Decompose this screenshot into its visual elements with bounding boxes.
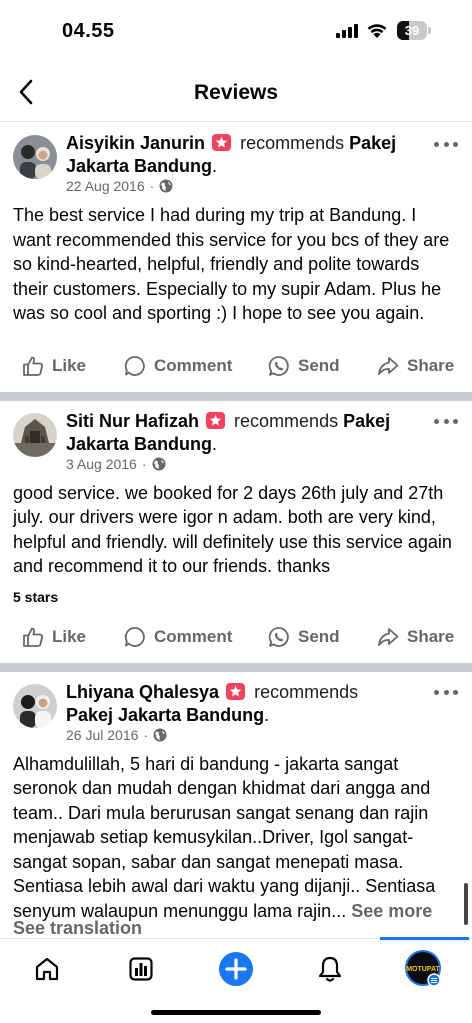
recommends-text: recommends [240,133,345,153]
home-indicator [151,1010,321,1015]
review-text-body: Alhamdulillah, 5 hari di bandung - jakar… [13,753,436,921]
more-options-button[interactable] [434,414,458,430]
review-header-text: Aisyikin Janurin recommends Pakej Jakart… [66,133,397,176]
share-icon [378,356,399,375]
status-time: 04.55 [62,20,115,42]
review-text: good service. we booked for 2 days 26th … [13,482,452,577]
see-translation-link[interactable]: See translation [13,918,142,938]
recommend-badge-icon [206,411,226,429]
review-card: Aisyikin Janurin recommends Pakej Jakart… [0,123,472,401]
status-bar: 04.55 39 [0,0,472,64]
scrollbar[interactable] [464,883,468,925]
nav-notifications[interactable] [310,949,350,989]
like-button[interactable]: Like [22,355,86,377]
nav-create[interactable] [216,949,256,989]
active-tab-indicator [380,937,469,940]
review-card: Lhiyana Qhalesya recommends Pakej Jakart… [0,672,472,924]
share-label: Share [407,355,455,375]
review-meta: 26 Jul 2016 · [66,727,167,743]
nav-profile[interactable]: MOTUPAT [404,949,444,989]
comment-icon [124,355,145,376]
more-options-button[interactable] [434,136,458,152]
send-button[interactable]: Send [268,626,340,648]
comment-button[interactable]: Comment [124,626,232,648]
like-icon [23,356,43,376]
action-bar: Like Comment Send Share [0,611,472,663]
battery-icon: 39 [397,21,431,40]
review-header-text: Siti Nur Hafizah recommends Pakej Jakart… [66,410,391,454]
send-label: Send [298,355,340,375]
nav-home[interactable] [27,949,67,989]
review-meta: 3 Aug 2016 · [66,456,166,472]
review-date[interactable]: 22 Aug 2016 [66,178,145,194]
whatsapp-icon [268,355,289,376]
avatar[interactable] [13,683,57,728]
globe-icon [159,179,173,193]
avatar[interactable] [13,135,57,179]
send-button[interactable]: Send [268,355,340,377]
reviews-feed[interactable]: Aisyikin Janurin recommends Pakej Jakart… [0,123,472,938]
whatsapp-icon [268,626,289,647]
like-label: Like [52,355,87,375]
svg-text:MOTUPAT: MOTUPAT [406,966,440,973]
more-options-button[interactable] [434,685,458,701]
review-date[interactable]: 3 Aug 2016 [66,456,137,472]
page-name[interactable]: Pakej Jakarta Bandung [66,705,264,725]
share-label: Share [407,626,455,646]
globe-icon [152,457,166,470]
like-label: Like [52,626,87,646]
share-icon [378,627,399,646]
recommends-text: recommends [254,681,359,702]
recommend-badge-icon [212,134,232,151]
recommend-badge-icon [226,682,246,700]
author-name[interactable]: Siti Nur Hafizah [66,411,199,431]
review-meta: 22 Aug 2016 · [66,178,173,194]
insights-icon [129,957,153,981]
author-name[interactable]: Aisyikin Janurin [66,133,205,153]
review-text: Alhamdulillah, 5 hari di bandung - jakar… [0,746,472,924]
recommends-text: recommends [234,410,339,431]
bottom-nav: MOTUPAT [0,937,472,1023]
send-label: Send [298,626,340,646]
comment-icon [124,626,145,647]
like-icon [23,627,43,647]
review-date[interactable]: 26 Jul 2016 [66,727,138,743]
comment-label: Comment [154,355,233,375]
action-bar: Like Comment Send Share [0,340,472,392]
comment-label: Comment [154,626,233,646]
battery-level: 39 [404,23,420,38]
wifi-icon [366,21,388,39]
like-button[interactable]: Like [22,626,86,648]
profile-avatar-icon: MOTUPAT [405,950,441,987]
home-icon [35,957,59,981]
review-header-text: Lhiyana Qhalesya recommends Pakej Jakart… [66,681,359,725]
globe-icon [153,728,167,741]
cellular-signal-icon [336,24,358,38]
comment-button[interactable]: Comment [124,355,232,377]
review-card: Siti Nur Hafizah recommends Pakej Jakart… [0,401,472,672]
separator [0,662,472,672]
header: Reviews [0,64,472,122]
bell-icon [318,956,342,982]
share-button[interactable]: Share [377,355,454,377]
star-rating: 5 stars [13,588,59,605]
avatar[interactable] [13,412,57,457]
separator [0,391,472,401]
page-title: Reviews [193,81,279,104]
see-more-link[interactable]: See more [351,901,432,921]
author-name[interactable]: Lhiyana Qhalesya [66,682,219,702]
share-button[interactable]: Share [377,626,454,648]
nav-insights[interactable] [121,949,161,989]
review-text: The best service I had during my trip at… [13,205,450,323]
plus-icon [219,952,253,986]
